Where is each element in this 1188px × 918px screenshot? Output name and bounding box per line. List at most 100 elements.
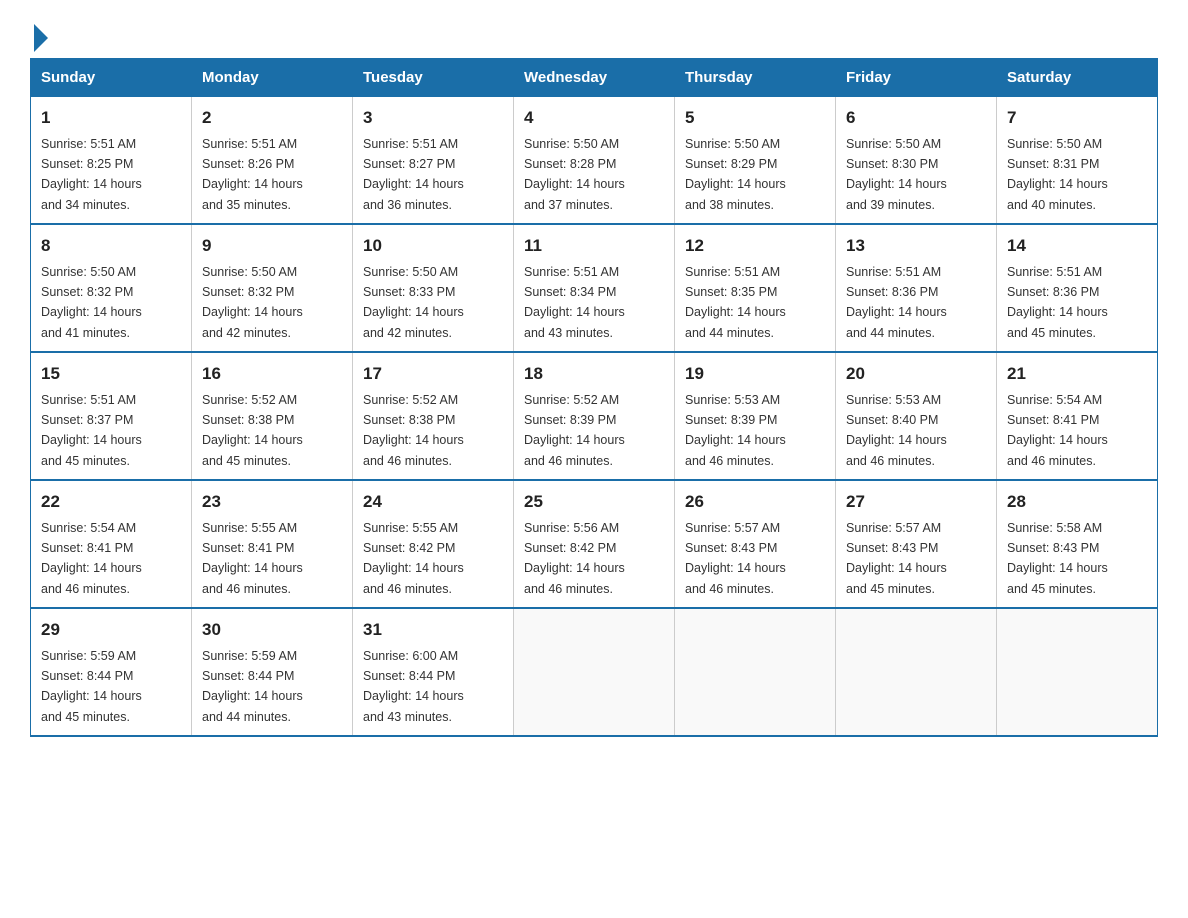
logo-arrow-icon — [34, 24, 48, 52]
day-number: 3 — [363, 105, 503, 131]
day-info: Sunrise: 5:50 AMSunset: 8:30 PMDaylight:… — [846, 137, 947, 212]
day-number: 25 — [524, 489, 664, 515]
day-info: Sunrise: 5:57 AMSunset: 8:43 PMDaylight:… — [846, 521, 947, 596]
calendar-cell: 9 Sunrise: 5:50 AMSunset: 8:32 PMDayligh… — [192, 224, 353, 352]
day-info: Sunrise: 5:51 AMSunset: 8:35 PMDaylight:… — [685, 265, 786, 340]
day-number: 7 — [1007, 105, 1147, 131]
calendar-cell: 7 Sunrise: 5:50 AMSunset: 8:31 PMDayligh… — [997, 97, 1158, 225]
calendar-cell: 6 Sunrise: 5:50 AMSunset: 8:30 PMDayligh… — [836, 97, 997, 225]
calendar-cell — [997, 608, 1158, 736]
calendar-cell: 23 Sunrise: 5:55 AMSunset: 8:41 PMDaylig… — [192, 480, 353, 608]
calendar-cell: 21 Sunrise: 5:54 AMSunset: 8:41 PMDaylig… — [997, 352, 1158, 480]
day-info: Sunrise: 5:53 AMSunset: 8:40 PMDaylight:… — [846, 393, 947, 468]
calendar-cell: 20 Sunrise: 5:53 AMSunset: 8:40 PMDaylig… — [836, 352, 997, 480]
calendar-cell: 30 Sunrise: 5:59 AMSunset: 8:44 PMDaylig… — [192, 608, 353, 736]
page-header — [30, 20, 1158, 48]
day-number: 28 — [1007, 489, 1147, 515]
calendar-cell: 25 Sunrise: 5:56 AMSunset: 8:42 PMDaylig… — [514, 480, 675, 608]
day-info: Sunrise: 5:51 AMSunset: 8:37 PMDaylight:… — [41, 393, 142, 468]
day-number: 17 — [363, 361, 503, 387]
day-info: Sunrise: 5:56 AMSunset: 8:42 PMDaylight:… — [524, 521, 625, 596]
calendar-cell: 15 Sunrise: 5:51 AMSunset: 8:37 PMDaylig… — [31, 352, 192, 480]
day-number: 20 — [846, 361, 986, 387]
day-number: 6 — [846, 105, 986, 131]
day-info: Sunrise: 5:55 AMSunset: 8:42 PMDaylight:… — [363, 521, 464, 596]
calendar-cell: 8 Sunrise: 5:50 AMSunset: 8:32 PMDayligh… — [31, 224, 192, 352]
calendar-cell: 11 Sunrise: 5:51 AMSunset: 8:34 PMDaylig… — [514, 224, 675, 352]
calendar-cell: 24 Sunrise: 5:55 AMSunset: 8:42 PMDaylig… — [353, 480, 514, 608]
logo — [30, 20, 48, 48]
calendar-cell: 14 Sunrise: 5:51 AMSunset: 8:36 PMDaylig… — [997, 224, 1158, 352]
day-info: Sunrise: 5:51 AMSunset: 8:34 PMDaylight:… — [524, 265, 625, 340]
day-number: 16 — [202, 361, 342, 387]
calendar-cell: 3 Sunrise: 5:51 AMSunset: 8:27 PMDayligh… — [353, 97, 514, 225]
calendar-cell — [836, 608, 997, 736]
header-tuesday: Tuesday — [353, 59, 514, 97]
day-info: Sunrise: 6:00 AMSunset: 8:44 PMDaylight:… — [363, 649, 464, 724]
calendar-cell: 19 Sunrise: 5:53 AMSunset: 8:39 PMDaylig… — [675, 352, 836, 480]
calendar-cell — [514, 608, 675, 736]
day-info: Sunrise: 5:59 AMSunset: 8:44 PMDaylight:… — [202, 649, 303, 724]
calendar-cell: 22 Sunrise: 5:54 AMSunset: 8:41 PMDaylig… — [31, 480, 192, 608]
day-number: 18 — [524, 361, 664, 387]
calendar-cell: 29 Sunrise: 5:59 AMSunset: 8:44 PMDaylig… — [31, 608, 192, 736]
day-info: Sunrise: 5:54 AMSunset: 8:41 PMDaylight:… — [41, 521, 142, 596]
calendar-cell: 4 Sunrise: 5:50 AMSunset: 8:28 PMDayligh… — [514, 97, 675, 225]
day-info: Sunrise: 5:50 AMSunset: 8:33 PMDaylight:… — [363, 265, 464, 340]
day-number: 1 — [41, 105, 181, 131]
calendar-week-row: 8 Sunrise: 5:50 AMSunset: 8:32 PMDayligh… — [31, 224, 1158, 352]
header-friday: Friday — [836, 59, 997, 97]
day-number: 29 — [41, 617, 181, 643]
day-info: Sunrise: 5:58 AMSunset: 8:43 PMDaylight:… — [1007, 521, 1108, 596]
calendar-cell: 28 Sunrise: 5:58 AMSunset: 8:43 PMDaylig… — [997, 480, 1158, 608]
calendar-week-row: 15 Sunrise: 5:51 AMSunset: 8:37 PMDaylig… — [31, 352, 1158, 480]
header-sunday: Sunday — [31, 59, 192, 97]
day-number: 19 — [685, 361, 825, 387]
calendar-cell: 1 Sunrise: 5:51 AMSunset: 8:25 PMDayligh… — [31, 97, 192, 225]
day-number: 15 — [41, 361, 181, 387]
day-number: 27 — [846, 489, 986, 515]
day-info: Sunrise: 5:50 AMSunset: 8:32 PMDaylight:… — [41, 265, 142, 340]
day-number: 21 — [1007, 361, 1147, 387]
header-saturday: Saturday — [997, 59, 1158, 97]
calendar-week-row: 1 Sunrise: 5:51 AMSunset: 8:25 PMDayligh… — [31, 97, 1158, 225]
day-number: 22 — [41, 489, 181, 515]
day-number: 2 — [202, 105, 342, 131]
day-number: 4 — [524, 105, 664, 131]
calendar-header-row: SundayMondayTuesdayWednesdayThursdayFrid… — [31, 59, 1158, 97]
calendar-week-row: 22 Sunrise: 5:54 AMSunset: 8:41 PMDaylig… — [31, 480, 1158, 608]
day-info: Sunrise: 5:54 AMSunset: 8:41 PMDaylight:… — [1007, 393, 1108, 468]
calendar-week-row: 29 Sunrise: 5:59 AMSunset: 8:44 PMDaylig… — [31, 608, 1158, 736]
day-info: Sunrise: 5:51 AMSunset: 8:27 PMDaylight:… — [363, 137, 464, 212]
day-info: Sunrise: 5:50 AMSunset: 8:32 PMDaylight:… — [202, 265, 303, 340]
day-info: Sunrise: 5:52 AMSunset: 8:38 PMDaylight:… — [202, 393, 303, 468]
calendar-cell: 17 Sunrise: 5:52 AMSunset: 8:38 PMDaylig… — [353, 352, 514, 480]
calendar-cell: 27 Sunrise: 5:57 AMSunset: 8:43 PMDaylig… — [836, 480, 997, 608]
calendar-cell: 10 Sunrise: 5:50 AMSunset: 8:33 PMDaylig… — [353, 224, 514, 352]
day-info: Sunrise: 5:52 AMSunset: 8:39 PMDaylight:… — [524, 393, 625, 468]
calendar-cell: 18 Sunrise: 5:52 AMSunset: 8:39 PMDaylig… — [514, 352, 675, 480]
day-number: 10 — [363, 233, 503, 259]
calendar-cell: 2 Sunrise: 5:51 AMSunset: 8:26 PMDayligh… — [192, 97, 353, 225]
day-number: 14 — [1007, 233, 1147, 259]
day-info: Sunrise: 5:50 AMSunset: 8:31 PMDaylight:… — [1007, 137, 1108, 212]
day-info: Sunrise: 5:50 AMSunset: 8:28 PMDaylight:… — [524, 137, 625, 212]
calendar-cell: 12 Sunrise: 5:51 AMSunset: 8:35 PMDaylig… — [675, 224, 836, 352]
day-info: Sunrise: 5:51 AMSunset: 8:26 PMDaylight:… — [202, 137, 303, 212]
calendar-cell — [675, 608, 836, 736]
day-info: Sunrise: 5:51 AMSunset: 8:36 PMDaylight:… — [846, 265, 947, 340]
day-number: 30 — [202, 617, 342, 643]
calendar-cell: 13 Sunrise: 5:51 AMSunset: 8:36 PMDaylig… — [836, 224, 997, 352]
day-info: Sunrise: 5:53 AMSunset: 8:39 PMDaylight:… — [685, 393, 786, 468]
day-info: Sunrise: 5:52 AMSunset: 8:38 PMDaylight:… — [363, 393, 464, 468]
day-number: 5 — [685, 105, 825, 131]
header-thursday: Thursday — [675, 59, 836, 97]
day-info: Sunrise: 5:55 AMSunset: 8:41 PMDaylight:… — [202, 521, 303, 596]
day-info: Sunrise: 5:51 AMSunset: 8:25 PMDaylight:… — [41, 137, 142, 212]
day-number: 8 — [41, 233, 181, 259]
header-monday: Monday — [192, 59, 353, 97]
calendar-cell: 5 Sunrise: 5:50 AMSunset: 8:29 PMDayligh… — [675, 97, 836, 225]
day-number: 12 — [685, 233, 825, 259]
day-info: Sunrise: 5:51 AMSunset: 8:36 PMDaylight:… — [1007, 265, 1108, 340]
calendar-table: SundayMondayTuesdayWednesdayThursdayFrid… — [30, 58, 1158, 737]
